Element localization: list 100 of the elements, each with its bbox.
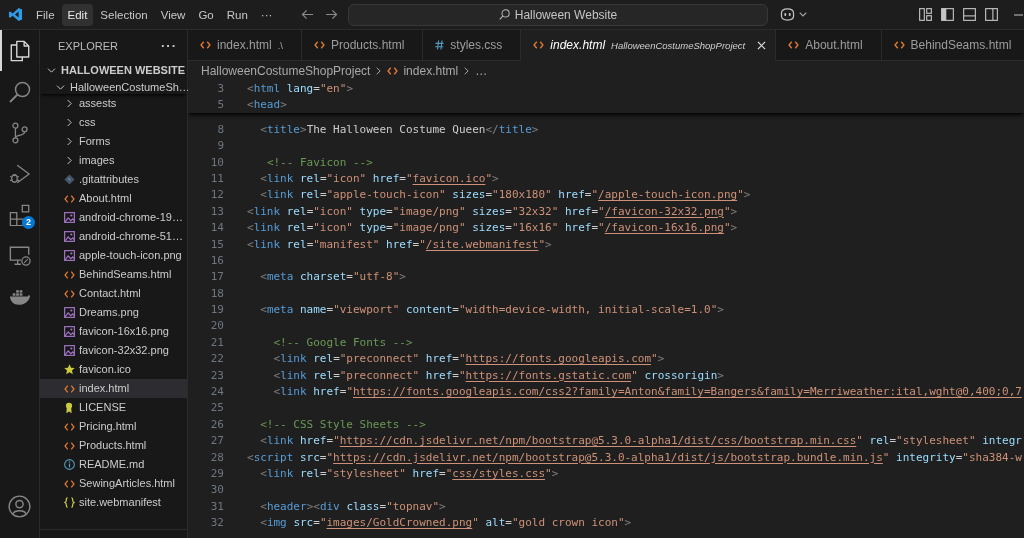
breadcrumb-item[interactable]: index.html [387, 64, 459, 78]
tree-item[interactable]: LICENSE [40, 398, 187, 417]
tree-item[interactable]: BehindSeams.html [40, 265, 187, 284]
sidebar-right-icon[interactable] [985, 8, 998, 21]
line-number: 9 [216, 138, 224, 155]
line-number: 23 [209, 367, 224, 384]
line-number: 26 [209, 416, 224, 433]
code-line: <meta name="viewport" content="width=device-width, initial-scale=1.0"> [260, 303, 724, 317]
line-number: 10 [209, 154, 224, 171]
play-bug-icon [8, 162, 31, 185]
tree-item[interactable]: apple-touch-icon.png [40, 246, 187, 265]
ribbon-icon [65, 401, 73, 414]
back-arrow-icon[interactable] [301, 9, 314, 20]
code-line: <link rel="icon" type="image/png" sizes="16x16" href="/favicon-16x16.png"> [247, 221, 738, 235]
code-brackets-icon [63, 422, 75, 431]
code-line: <link rel="icon" type="image/png" sizes="32x32" href="/favicon-32x32.png"> [247, 204, 738, 218]
minimize-icon[interactable] [1014, 13, 1023, 16]
tree-item[interactable]: android-chrome-51… [40, 227, 187, 246]
menu-item[interactable]: ··· [254, 3, 279, 26]
line-number: 22 [209, 351, 224, 368]
files-icon [8, 39, 31, 62]
line-number: 12 [209, 187, 224, 204]
tree-item[interactable]: images [40, 151, 187, 170]
tree-item[interactable]: HalloweenCostumeSh… [40, 80, 187, 94]
line-number: 5 [216, 97, 224, 113]
menu-item[interactable]: Run [220, 3, 254, 26]
tree-item[interactable]: Products.html [40, 436, 187, 455]
code-line: <meta charset="utf-8"> [260, 270, 406, 284]
editor-tab[interactable]: styles.css [423, 30, 522, 61]
line-number: 20 [209, 318, 224, 335]
tree-item[interactable]: favicon.ico [40, 360, 187, 379]
close-icon[interactable] [757, 40, 767, 50]
line-number: 32 [209, 515, 224, 532]
breadcrumb-item[interactable]: … [475, 64, 488, 78]
tree-item[interactable]: site.webmanifest [40, 493, 187, 512]
robot-icon[interactable] [780, 8, 795, 21]
menu-item[interactable]: Selection [94, 3, 154, 26]
tree-item[interactable]: Pricing.html [40, 417, 187, 436]
tree-item[interactable]: favicon-32x32.png [40, 341, 187, 360]
tree-item[interactable]: android-chrome-19… [40, 208, 187, 227]
command-center[interactable]: Halloween Website [348, 3, 768, 26]
menu-item[interactable]: Go [192, 3, 220, 26]
menu-item[interactable]: File [30, 3, 61, 26]
code-brackets-icon [63, 194, 75, 203]
tree-item[interactable]: About.html [40, 189, 187, 208]
line-number: 29 [209, 466, 224, 482]
tree-item[interactable]: Forms [40, 132, 187, 151]
account-icon[interactable] [8, 495, 31, 518]
code-brackets-icon [314, 41, 325, 49]
line-number: 8 [216, 121, 224, 138]
editor-tab[interactable]: About.html [776, 30, 882, 61]
code-line: <title>The Halloween Costume Queen</title> [260, 122, 539, 136]
sidebar-left-icon[interactable] [941, 8, 954, 21]
tree-item[interactable]: index.html [40, 379, 187, 398]
tree-item[interactable]: SewingArticles.html [40, 474, 187, 493]
code-brackets-icon [63, 479, 75, 488]
tree-item[interactable]: Dreams.png [40, 303, 187, 322]
braces-icon [63, 497, 75, 508]
editor-tab[interactable]: index.html HalloweenCostumeShopProject [521, 30, 777, 61]
menu-item[interactable]: View [154, 3, 192, 26]
code-line: <!-- CSS Style Sheets --> [260, 417, 426, 431]
layout-icon[interactable] [919, 8, 932, 21]
tree-item[interactable]: .gitattributes [40, 170, 187, 189]
panel-bottom-icon[interactable] [963, 8, 976, 21]
code-line: <header><div class="topnav"> [260, 499, 446, 513]
code-brackets-icon [200, 41, 211, 49]
code-brackets-icon [893, 41, 905, 49]
notification-badge: 2 [22, 216, 35, 229]
tree-item[interactable]: assests [40, 94, 187, 113]
editor-tab[interactable]: index.html .\ [188, 30, 302, 61]
image-icon [63, 231, 75, 242]
line-number: 19 [209, 302, 224, 319]
code-line: <script src="https://cdn.jsdelivr.net/npm/bootstrap@5.3.0-alpha1/dist/js/bootstrap.bundle.min.js" integrity="sha384-w [247, 450, 1022, 464]
image-icon [63, 345, 75, 356]
info-icon [63, 459, 75, 470]
tree-item[interactable]: Contact.html [40, 284, 187, 303]
tree-item[interactable]: favicon-16x16.png [40, 322, 187, 341]
code-line: <link rel="icon" href="favicon.ico"> [260, 171, 499, 185]
star-icon [63, 364, 75, 375]
tree-item[interactable]: css [40, 113, 187, 132]
image-icon [63, 212, 75, 223]
code-line: <head> [247, 98, 287, 111]
tree-item[interactable]: README.md [40, 455, 187, 474]
code-line: <link rel="preconnect" href="https://fonts.googleapis.com"> [273, 352, 665, 366]
code-line: <link rel="manifest" href="/site.webmanifest"> [247, 237, 552, 251]
code-line: <link rel="preconnect" href="https://fonts.gstatic.com" crossorigin> [273, 368, 724, 382]
forward-arrow-icon[interactable] [325, 9, 338, 20]
logo-icon[interactable] [8, 7, 23, 22]
editor-tab[interactable]: Products.html [302, 30, 424, 61]
code-line: <!-- Google Fonts --> [273, 335, 413, 349]
breadcrumb-item[interactable]: HalloweenCostumeShopProject [201, 64, 371, 78]
more-actions-button[interactable]: ··· [161, 38, 177, 53]
chevron-down-icon[interactable] [799, 12, 807, 17]
activity-button[interactable]: 2 [0, 194, 39, 235]
menu-item[interactable]: Edit [61, 3, 94, 26]
code-line: <html lang="en"> [247, 82, 353, 95]
line-number: 14 [209, 220, 224, 237]
code-line: <link href="https://fonts.googleapis.com/css2?family=Anton&family=Bangers&family=Merriweather:ital,wght@0,400;0,7 [273, 385, 1022, 399]
chevron-right-icon [376, 67, 382, 75]
code-line: <link rel="stylesheet" href="css/styles.css"> [260, 467, 559, 480]
